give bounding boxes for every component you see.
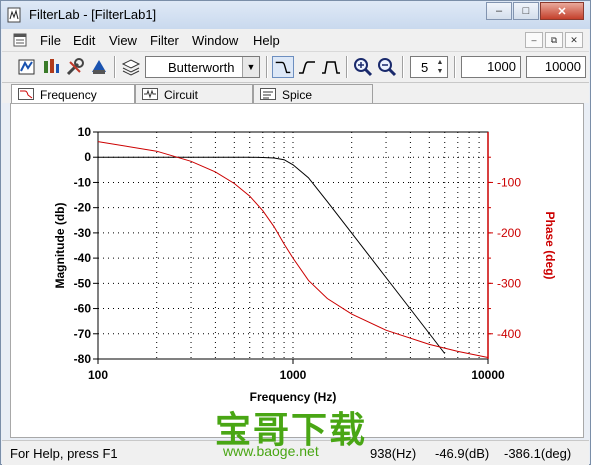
order-value: 5 <box>421 60 429 75</box>
watermark: 宝哥下载 www.baoge.net <box>215 401 385 461</box>
right-tick-label: -400 <box>497 327 521 341</box>
status-magnitude: -46.9(dB) <box>435 446 490 461</box>
bode-chart: 100-10-20-30-40-50-60-70-80 -100-200-300… <box>53 125 557 404</box>
tab-frequency[interactable]: Frequency <box>11 84 135 103</box>
mdi-close-button[interactable]: ✕ <box>565 32 583 48</box>
x-tick-label: 1000 <box>280 368 307 382</box>
mdi-minimize-button[interactable]: – <box>525 32 543 48</box>
caption-buttons: – □ ✕ <box>485 2 584 20</box>
left-tick-label: -20 <box>74 201 92 215</box>
menu-help[interactable]: Help <box>253 33 280 48</box>
spice-icon <box>260 88 276 100</box>
circuit-icon <box>142 88 158 100</box>
tab-spice-label: Spice <box>282 88 313 102</box>
left-tick-label: 0 <box>84 150 91 164</box>
right-tick-label: -100 <box>497 175 521 189</box>
tab-circuit[interactable]: Circuit <box>135 84 253 103</box>
toolbar-separator <box>402 56 404 78</box>
right-axis: -100 -200 -300 -400 <box>487 132 521 359</box>
lowpass-icon[interactable] <box>272 56 294 78</box>
grid <box>98 132 488 359</box>
left-tick-label: -10 <box>74 175 92 189</box>
menu-edit[interactable]: Edit <box>73 33 95 48</box>
x-tick-label: 10000 <box>471 368 505 382</box>
status-help-text: For Help, press F1 <box>10 446 118 461</box>
filter-type-value: Butterworth <box>168 60 235 75</box>
left-tick-label: -60 <box>74 302 92 316</box>
toolbar-separator <box>346 56 348 78</box>
tools-icon[interactable] <box>64 56 86 78</box>
menu-bar: File Edit View Filter Window Help – ⧉ ✕ <box>2 29 589 52</box>
plot-frame <box>97 131 489 360</box>
left-tick-label: -30 <box>74 226 92 240</box>
stack-icon[interactable] <box>120 56 142 78</box>
left-tick-label: -80 <box>74 352 92 366</box>
mdi-buttons: – ⧉ ✕ <box>523 32 583 48</box>
window-title: FilterLab - [FilterLab1] <box>29 7 157 22</box>
app-window: FilterLab - [FilterLab1] – □ ✕ File Edit… <box>0 0 591 465</box>
spinner-arrows-icon[interactable]: ▲ ▼ <box>434 58 446 76</box>
print-icon[interactable] <box>88 56 110 78</box>
left-tick-label: -70 <box>74 327 92 341</box>
menu-window[interactable]: Window <box>192 33 238 48</box>
tab-frequency-label: Frequency <box>40 88 97 102</box>
left-axis-label: Magnitude (db) <box>53 203 67 289</box>
toolbar: Butterworth ▼ 5 ▲ ▼ 1000 10000 <box>2 52 589 83</box>
watermark-url: www.baoge.net <box>223 443 319 459</box>
tab-spice[interactable]: Spice <box>253 84 373 103</box>
zoom-in-icon[interactable] <box>352 56 374 78</box>
menu-file[interactable]: File <box>40 33 61 48</box>
right-tick-label: -300 <box>497 276 521 290</box>
frequency-plot-icon <box>18 88 34 100</box>
zoom-out-icon[interactable] <box>376 56 398 78</box>
right-axis-label: Phase (deg) <box>543 211 557 279</box>
phase-line <box>97 141 489 358</box>
plot-area: 10 0 -10 -20 -30 -40 -50 -60 -70 -80 -100 -200 -300… <box>10 103 584 438</box>
bandpass-icon[interactable] <box>320 56 342 78</box>
minimize-button[interactable]: – <box>486 2 512 20</box>
left-axis: 10 0 -10 -20 -30 -40 -50 -60 -70 -80 <box>74 125 98 366</box>
title-bar: FilterLab - [FilterLab1] – □ ✕ <box>1 1 590 29</box>
right-tick-label: -200 <box>497 226 521 240</box>
left-tick-label: 10 <box>78 125 92 139</box>
menu-filter[interactable]: Filter <box>150 33 179 48</box>
tab-circuit-label: Circuit <box>164 88 199 102</box>
toolbar-separator <box>454 56 456 78</box>
x-axis: 100 1000 10000 <box>88 359 505 382</box>
highpass-icon[interactable] <box>296 56 318 78</box>
freq-high-field[interactable]: 10000 <box>526 56 586 78</box>
chevron-down-icon[interactable]: ▼ <box>242 57 259 77</box>
x-tick-label: 100 <box>88 368 108 382</box>
status-phase: -386.1(deg) <box>504 446 572 461</box>
mdi-restore-button[interactable]: ⧉ <box>545 32 563 48</box>
toolbar-separator <box>114 56 116 78</box>
view-tabs: Frequency Circuit Spice <box>2 83 589 103</box>
left-tick-label: -40 <box>74 251 92 265</box>
menu-view[interactable]: View <box>109 33 137 48</box>
order-spinner[interactable]: 5 ▲ ▼ <box>410 56 448 78</box>
filter-wizard-icon[interactable] <box>16 56 38 78</box>
magnitude-line <box>98 156 446 354</box>
close-button[interactable]: ✕ <box>540 2 584 20</box>
left-tick-label: -50 <box>74 276 92 290</box>
app-icon <box>7 7 21 23</box>
maximize-button[interactable]: □ <box>513 2 539 20</box>
toolbar-separator <box>266 56 268 78</box>
series-group <box>97 141 489 358</box>
freq-low-field[interactable]: 1000 <box>461 56 521 78</box>
design-icon[interactable] <box>40 56 62 78</box>
document-icon[interactable] <box>12 33 28 47</box>
filter-type-select[interactable]: Butterworth ▼ <box>145 56 260 78</box>
